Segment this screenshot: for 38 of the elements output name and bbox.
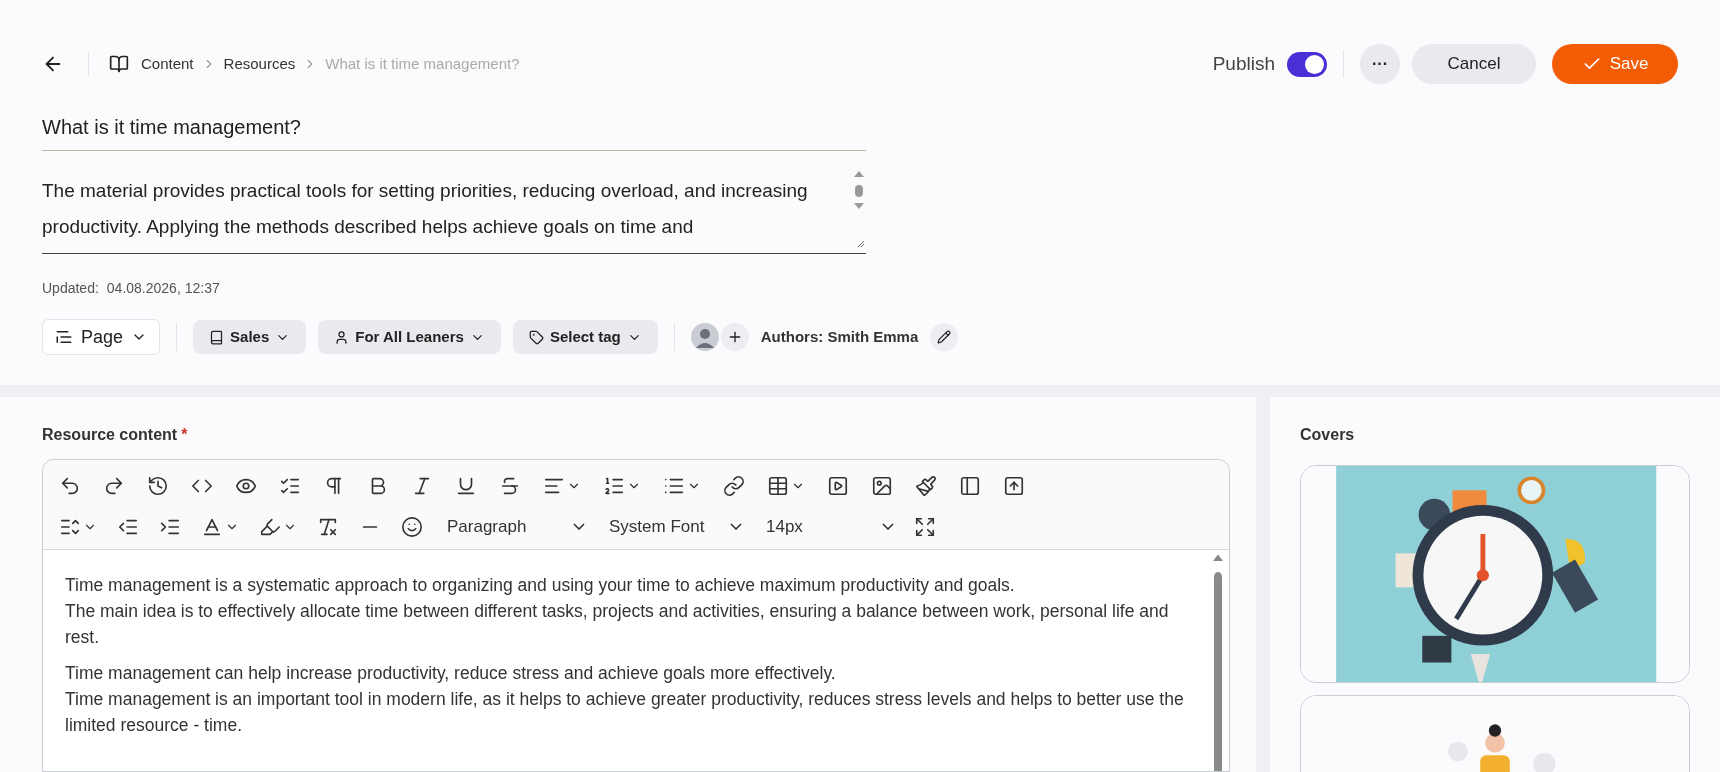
book-icon bbox=[209, 329, 225, 345]
section-label: Covers bbox=[1300, 425, 1356, 445]
description-field[interactable]: The material provides practical tools for setting priorities, reducing overload, and increasing productivity. Applying the methods described helps achieve goals on time and bbox=[42, 169, 866, 254]
format-select[interactable]: System Font bbox=[601, 513, 746, 540]
authors-label: Authors: Smith Emma bbox=[760, 326, 919, 347]
filter-chip[interactable]: Sales bbox=[193, 320, 307, 354]
book-icon bbox=[109, 54, 129, 74]
user-icon bbox=[334, 329, 350, 345]
updated-label: Updated: bbox=[42, 279, 99, 298]
edit-authors-button[interactable] bbox=[930, 323, 959, 351]
avatar bbox=[690, 323, 719, 351]
title-field[interactable]: What is it time management? bbox=[42, 112, 866, 151]
filter-chip[interactable]: Select tag bbox=[512, 320, 658, 354]
more-button[interactable]: ··· bbox=[1360, 44, 1400, 84]
caret-icon bbox=[573, 523, 585, 530]
updated-value: 04.08.2026, 12:37 bbox=[106, 279, 220, 298]
format-select[interactable]: Paragraph bbox=[439, 513, 589, 540]
pencil-icon bbox=[937, 330, 952, 344]
paragraph-text: The main idea is to effectively allocate time between different tasks, projects and activities, ensuring a balance between work, personal life and rest. bbox=[65, 600, 1170, 649]
add-author-button[interactable] bbox=[720, 323, 749, 351]
paragraph-text: Time management is a systematic approach to organizing and using your time to achieve maximum productivity and goals. bbox=[65, 574, 1016, 597]
current-page-label: What is it time management? bbox=[325, 53, 520, 74]
publish-toggle[interactable] bbox=[1287, 51, 1327, 77]
paragraph-text: Time management is an important tool in modern life, as it helps to achieve greater productivity, reduces stress levels and helps to better use the limited resource - time. bbox=[65, 688, 1185, 737]
type-select[interactable]: Page bbox=[42, 319, 161, 355]
format-select[interactable]: 14px bbox=[758, 513, 898, 540]
tag-icon bbox=[528, 329, 544, 345]
cancel-button[interactable]: Cancel bbox=[1412, 44, 1536, 84]
caret-icon bbox=[730, 523, 742, 530]
filter-chip[interactable]: For All Leaners bbox=[318, 320, 501, 354]
text-lines-icon bbox=[55, 328, 73, 346]
section-label: Resource content bbox=[42, 425, 178, 445]
breadcrumb-link[interactable]: Resources bbox=[223, 52, 296, 76]
required-mark: * bbox=[181, 425, 188, 445]
breadcrumb-link[interactable]: Content bbox=[141, 52, 194, 76]
publish-label: Publish bbox=[1212, 51, 1275, 76]
paragraph-text: Time management can help increase productivity, reduce stress and achieve goals more effectively. bbox=[65, 662, 837, 685]
caret-icon bbox=[882, 523, 894, 530]
